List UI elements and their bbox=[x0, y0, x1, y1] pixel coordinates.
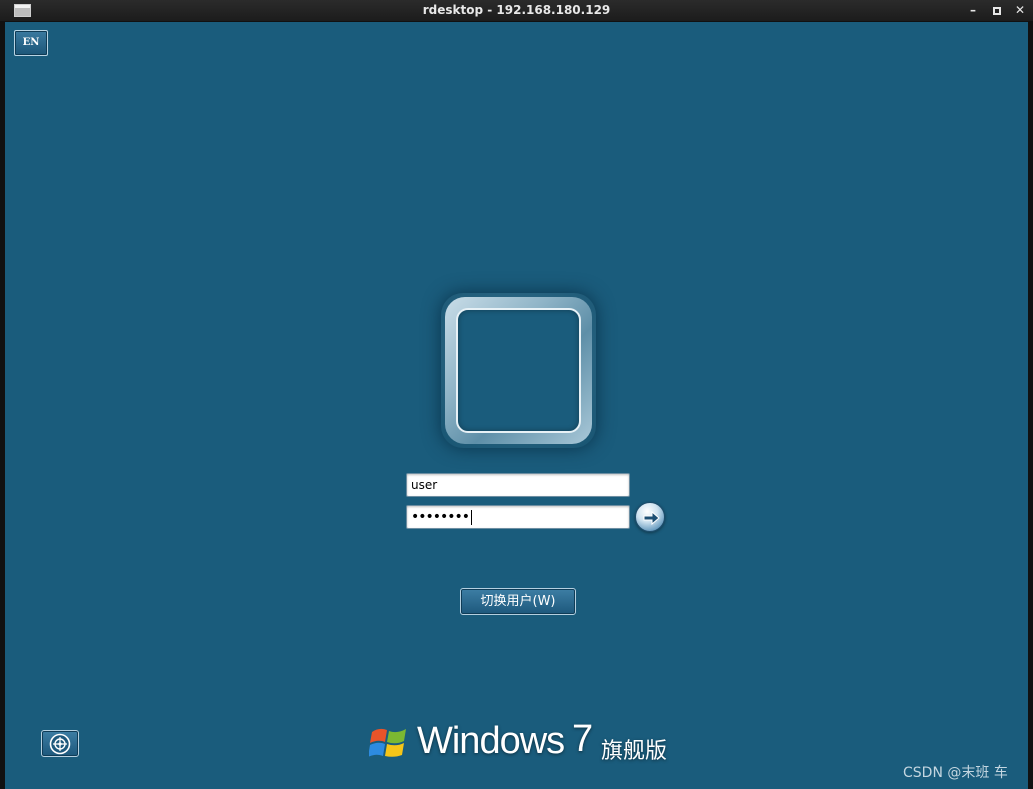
maximize-icon bbox=[993, 6, 1001, 15]
switch-user-button[interactable]: 切换用户(W) bbox=[460, 588, 576, 615]
window-titlebar: rdesktop - 192.168.180.129 – ✕ bbox=[0, 0, 1033, 22]
windows-edition: 旗舰版 bbox=[601, 739, 668, 764]
csdn-watermark: CSDN @末班 车 bbox=[903, 765, 1008, 781]
password-mask: •••••••• bbox=[411, 509, 470, 525]
minimize-button[interactable]: – bbox=[966, 3, 980, 17]
password-field[interactable]: •••••••• bbox=[406, 505, 630, 529]
avatar bbox=[456, 308, 581, 433]
close-button[interactable]: ✕ bbox=[1013, 3, 1027, 17]
user-avatar-frame bbox=[441, 293, 596, 448]
window-title: rdesktop - 192.168.180.129 bbox=[422, 3, 611, 17]
login-screen: EN user •••••••• 切换用户(W) Windows 7 旗舰版 C… bbox=[5, 22, 1028, 789]
windows-flag-logo bbox=[369, 728, 406, 757]
ease-of-access-icon bbox=[49, 733, 71, 755]
maximize-button[interactable] bbox=[990, 3, 1004, 17]
input-language-button[interactable]: EN bbox=[14, 30, 48, 56]
window-border-right bbox=[1028, 22, 1033, 789]
windows-version: 7 bbox=[572, 718, 594, 760]
text-caret bbox=[471, 509, 473, 525]
submit-login-button[interactable] bbox=[635, 502, 665, 532]
ease-of-access-button[interactable] bbox=[41, 730, 79, 757]
arrow-right-icon bbox=[643, 510, 660, 526]
windows-branding: Windows 7 旗舰版 bbox=[369, 718, 689, 768]
avatar-border bbox=[445, 297, 592, 444]
windows-wordmark: Windows bbox=[417, 720, 565, 762]
username-field[interactable]: user bbox=[406, 473, 630, 497]
